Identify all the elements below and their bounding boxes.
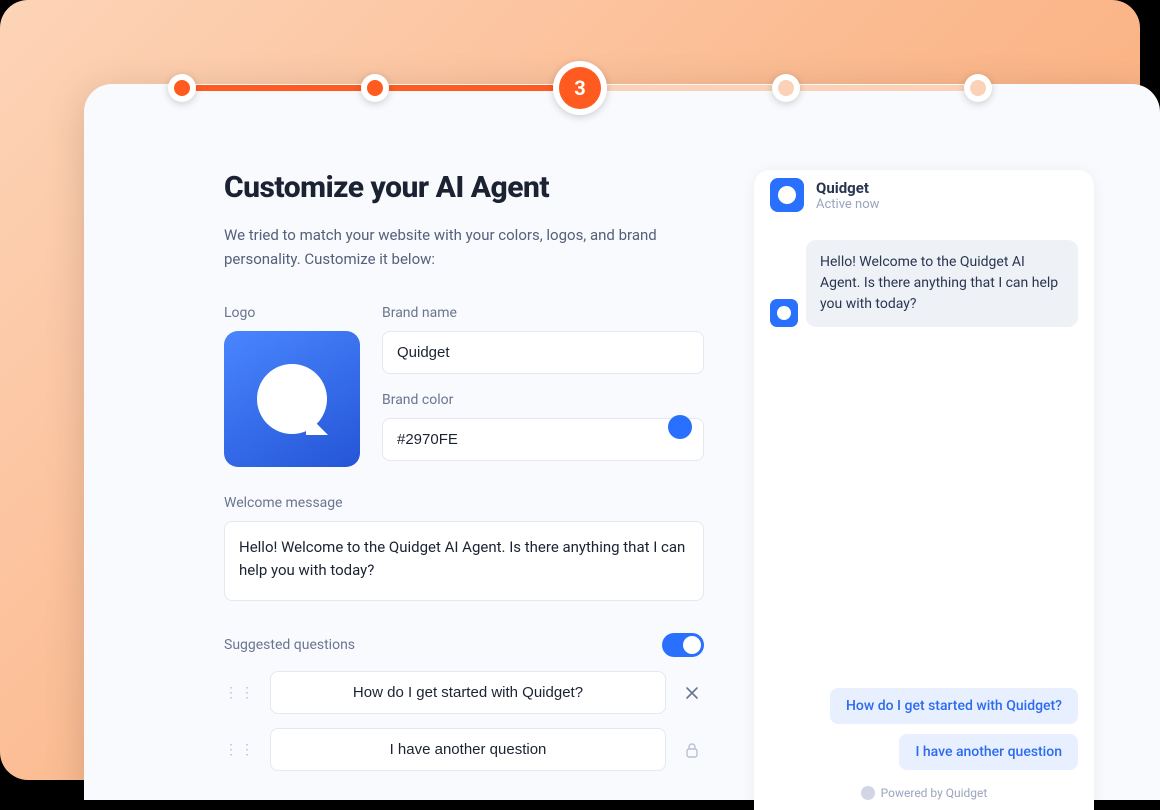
brand-color-label: Brand color — [382, 392, 704, 408]
suggested-question-row: ⋮⋮ — [224, 671, 704, 714]
powered-by-icon — [861, 786, 875, 800]
welcome-label: Welcome message — [224, 495, 704, 511]
preview-suggested-chip-1[interactable]: How do I get started with Quidget? — [830, 688, 1078, 724]
step-2-node[interactable] — [361, 74, 389, 102]
stepper: 3 — [170, 60, 990, 116]
chat-preview-panel: Quidget Active now Hello! Welcome to the… — [754, 170, 1094, 810]
drag-handle-icon[interactable]: ⋮⋮ — [224, 742, 256, 758]
step-line-2 — [387, 85, 556, 91]
welcome-message-input[interactable] — [224, 521, 704, 601]
powered-by-footer: Powered by Quidget — [754, 778, 1094, 810]
suggested-questions-toggle[interactable] — [662, 633, 704, 657]
brand-name-input[interactable] — [382, 331, 704, 374]
brand-name-label: Brand name — [382, 305, 704, 321]
customize-form: Customize your AI Agent We tried to matc… — [224, 170, 704, 800]
lock-icon — [680, 742, 704, 758]
suggested-questions-label: Suggested questions — [224, 637, 355, 653]
close-icon — [684, 685, 700, 701]
preview-brand-name: Quidget — [816, 179, 879, 197]
preview-header: Quidget Active now — [754, 170, 1094, 226]
preview-avatar-icon — [770, 178, 804, 212]
drag-handle-icon[interactable]: ⋮⋮ — [224, 685, 256, 701]
preview-welcome-message-row: Hello! Welcome to the Quidget AI Agent. … — [770, 240, 1078, 327]
suggested-question-input-2[interactable] — [270, 728, 666, 771]
logo-label: Logo — [224, 305, 360, 321]
preview-welcome-message: Hello! Welcome to the Quidget AI Agent. … — [806, 240, 1078, 327]
logo-upload[interactable] — [224, 331, 360, 467]
brand-color-input[interactable] — [382, 418, 704, 461]
page-title: Customize your AI Agent — [224, 170, 704, 205]
step-3-node-active[interactable]: 3 — [553, 61, 607, 115]
preview-suggested-chip-2[interactable]: I have another question — [899, 734, 1078, 770]
suggested-question-input-1[interactable] — [270, 671, 666, 714]
step-1-node[interactable] — [168, 74, 196, 102]
step-line-4 — [798, 85, 967, 91]
message-avatar-icon — [770, 299, 798, 327]
step-5-node[interactable] — [964, 74, 992, 102]
preview-status: Active now — [816, 197, 879, 212]
remove-question-button[interactable] — [680, 685, 704, 701]
brand-color-swatch[interactable] — [668, 415, 692, 439]
page-subtitle: We tried to match your website with your… — [224, 223, 704, 271]
suggested-question-row: ⋮⋮ — [224, 728, 704, 771]
step-active-number: 3 — [559, 67, 601, 109]
powered-by-text: Powered by Quidget — [881, 786, 988, 800]
logo-field: Logo — [224, 305, 360, 467]
step-4-node[interactable] — [772, 74, 800, 102]
step-line-1 — [194, 85, 363, 91]
step-line-3 — [605, 85, 774, 91]
main-card: Customize your AI Agent We tried to matc… — [84, 84, 1160, 800]
